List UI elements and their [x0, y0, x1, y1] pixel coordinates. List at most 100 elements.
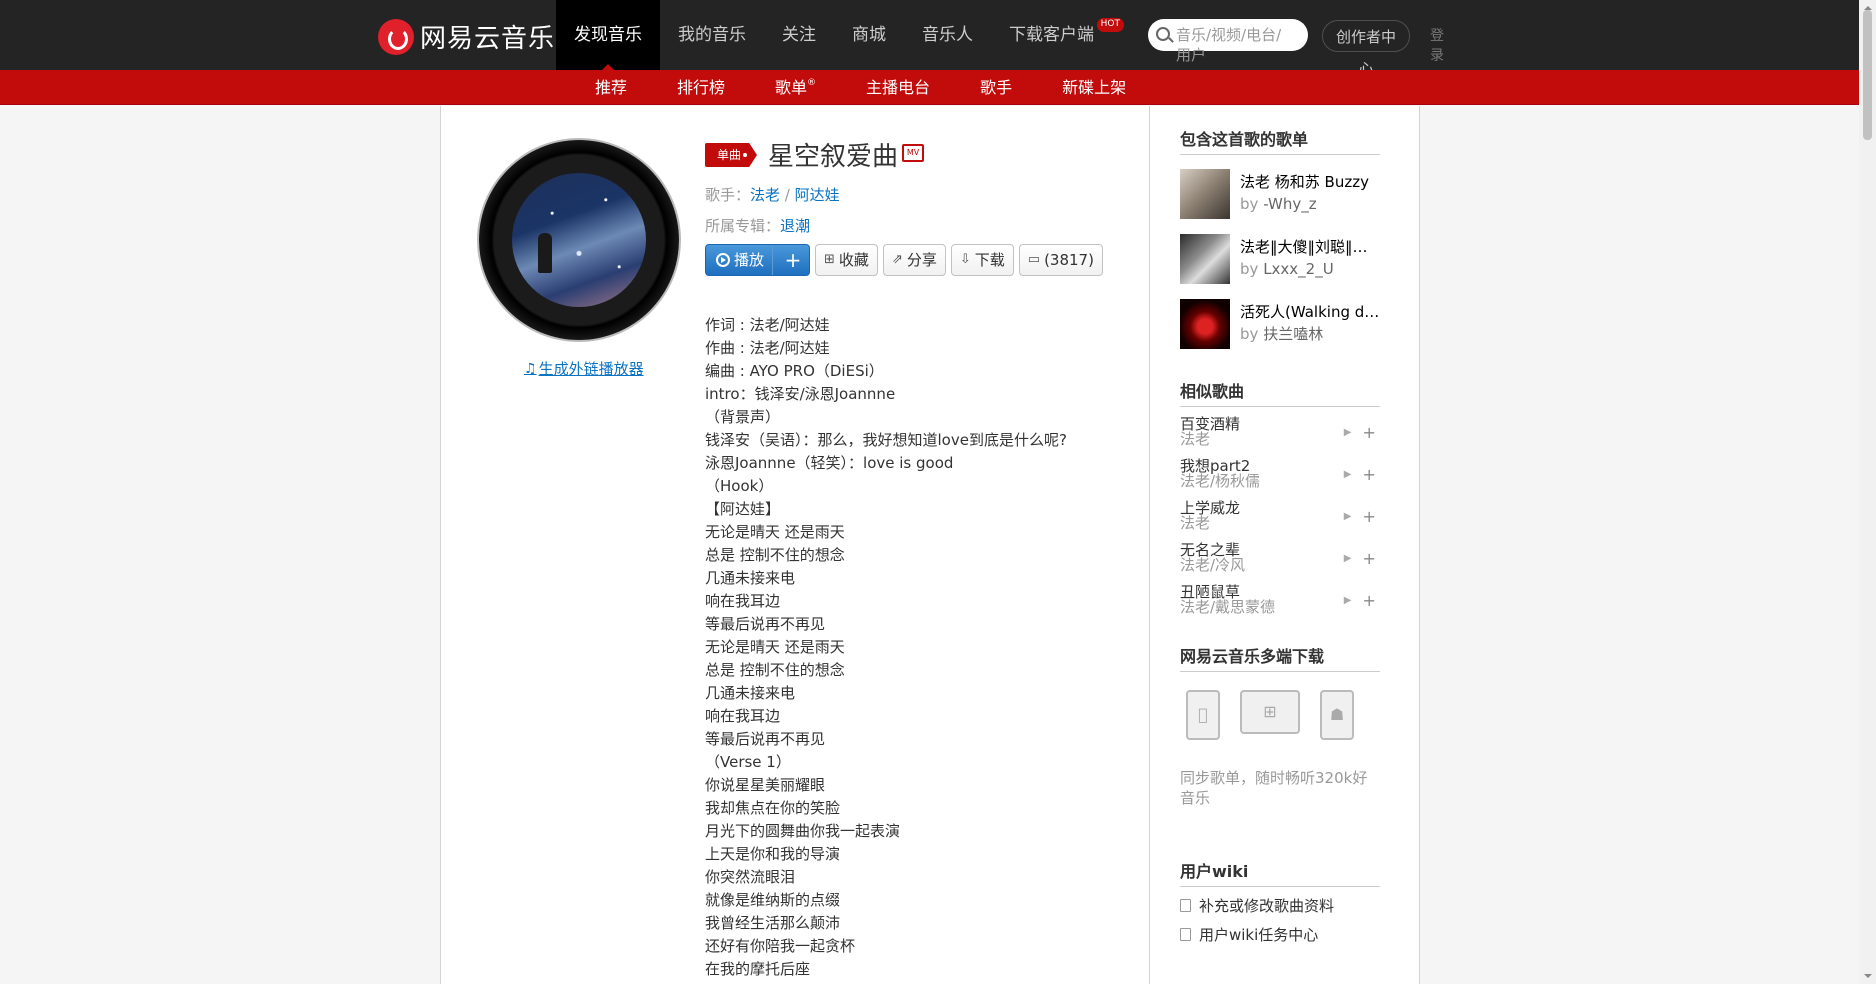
playlist-creator[interactable]: 扶兰嗑林: [1263, 325, 1323, 343]
download-button[interactable]: ⇩ 下载: [950, 244, 1014, 276]
singer-link-1[interactable]: 法老: [750, 186, 780, 204]
subnav-playlists-label: 歌单: [775, 78, 808, 97]
subnav-playlists[interactable]: 歌单®: [750, 70, 841, 105]
lyric-line: 响在我耳边: [705, 592, 781, 610]
share-icon: ⇗: [891, 252, 903, 267]
login-link[interactable]: 登录: [1430, 26, 1446, 66]
comment-count: (3817): [1044, 251, 1094, 269]
play-icon[interactable]: ▶: [1337, 595, 1359, 606]
playlist-cover[interactable]: [1180, 299, 1230, 349]
subnav-charts[interactable]: 排行榜: [652, 70, 750, 105]
playlist-name[interactable]: 法老‖大傻‖刘聪‖…: [1240, 236, 1380, 258]
nav-discover[interactable]: 发现音乐: [556, 0, 660, 70]
scrollbar[interactable]: [1859, 0, 1876, 984]
android-icon[interactable]: ☗: [1320, 690, 1354, 740]
lyric-line: 作词 : 法老/阿达娃: [705, 316, 830, 334]
search-input[interactable]: 音乐/视频/电台/用户: [1176, 25, 1296, 65]
wiki-heading: 用户wiki: [1180, 858, 1380, 887]
nav-musician[interactable]: 音乐人: [904, 0, 991, 70]
playlist-item[interactable]: 法老 杨和苏 Buzzy by -Why_z: [1180, 169, 1380, 220]
lyric-line: intro：钱泽安/泳恩Joannne: [705, 385, 896, 403]
add-icon[interactable]: +: [1358, 591, 1380, 610]
lyric-line: 作曲 : 法老/阿达娃: [705, 339, 830, 357]
play-icon[interactable]: ▶: [1337, 427, 1359, 438]
lyric-line: 你说星星美丽耀眼: [705, 776, 826, 794]
playlist-name[interactable]: 法老 杨和苏 Buzzy: [1240, 171, 1380, 193]
play-icon[interactable]: ▶: [1337, 553, 1359, 564]
similar-song-artist[interactable]: 法老/杨秋儒: [1180, 474, 1337, 489]
play-button-group: 播放 +: [705, 244, 811, 276]
lyric-line: 无论是晴天 还是雨天: [705, 523, 845, 541]
lyric-line: 几通未接来电: [705, 569, 796, 587]
album-cover: [512, 173, 646, 307]
lyric-line: 几通未接来电: [705, 684, 796, 702]
singer-separator: /: [780, 186, 795, 204]
search-box[interactable]: 音乐/视频/电台/用户: [1148, 19, 1308, 64]
add-icon[interactable]: +: [1358, 465, 1380, 484]
similar-song-artist[interactable]: 法老: [1180, 516, 1337, 531]
nav-download-client[interactable]: 下载客户端 HOT: [991, 0, 1128, 70]
comment-button[interactable]: ▭ (3817): [1018, 244, 1103, 276]
playlist-creator[interactable]: -Why_z: [1263, 195, 1316, 213]
nav-follow[interactable]: 关注: [764, 0, 834, 70]
nav-store[interactable]: 商城: [834, 0, 904, 70]
similar-songs-heading: 相似歌曲: [1180, 378, 1380, 407]
album-row: 所属专辑：退潮: [705, 215, 810, 236]
apple-icon[interactable]: : [1186, 690, 1220, 740]
subnav-radio[interactable]: 主播电台: [841, 70, 955, 105]
similar-song-artist[interactable]: 法老/戴思蒙德: [1180, 600, 1337, 615]
add-icon[interactable]: +: [1358, 423, 1380, 442]
creator-center-button[interactable]: 创作者中心: [1322, 20, 1410, 78]
wiki-edit-label: 补充或修改歌曲资料: [1199, 897, 1335, 915]
scroll-up-arrow-icon[interactable]: [1864, 2, 1872, 10]
wiki-tasks-link[interactable]: 用户wiki任务中心: [1180, 924, 1380, 945]
similar-song-artist[interactable]: 法老: [1180, 432, 1337, 447]
singer-label: 歌手：: [705, 186, 751, 204]
similar-song-item: 无名之辈 法老/冷风 ▶ +: [1180, 541, 1380, 575]
windows-icon[interactable]: ⊞: [1240, 690, 1300, 734]
playlist-item[interactable]: 法老‖大傻‖刘聪‖… by Lxxx_2_U: [1180, 234, 1380, 285]
document-icon: [1180, 928, 1191, 941]
playlist-cover[interactable]: [1180, 169, 1230, 219]
hot-badge: HOT: [1096, 18, 1124, 32]
subnav-artists[interactable]: 歌手: [955, 70, 1037, 105]
collect-button[interactable]: ⊞ 收藏: [815, 244, 878, 276]
add-icon[interactable]: +: [1358, 549, 1380, 568]
playlist-name[interactable]: 活死人(Walking d…: [1240, 301, 1380, 323]
playlist-by-label: by: [1240, 325, 1259, 343]
download-heading: 网易云音乐多端下载: [1180, 643, 1380, 672]
lyric-line: （Hook）: [705, 477, 774, 495]
lyric-line: 总是 控制不住的想念: [705, 661, 845, 679]
subnav-new-albums[interactable]: 新碟上架: [1037, 70, 1151, 105]
logo[interactable]: 网易云音乐: [378, 18, 555, 55]
similar-songs-list: 百变酒精 法老 ▶ + 我想part2 法老/杨秋儒 ▶ + 上学威龙 法老 ▶ + 无名之辈 法老/冷风…: [1180, 415, 1380, 617]
playlist-cover[interactable]: [1180, 234, 1230, 284]
wiki-edit-link[interactable]: 补充或修改歌曲资料: [1180, 895, 1380, 916]
main-nav: 发现音乐 我的音乐 关注 商城 音乐人 下载客户端 HOT: [556, 0, 1128, 70]
add-icon[interactable]: +: [1358, 507, 1380, 526]
mv-icon[interactable]: MV: [902, 144, 924, 162]
add-to-playlist-button[interactable]: +: [777, 245, 809, 275]
album-link[interactable]: 退潮: [780, 217, 810, 235]
external-player-link[interactable]: ♫ 生成外链播放器: [524, 358, 644, 379]
nav-my-music[interactable]: 我的音乐: [660, 0, 764, 70]
lyric-line: 【阿达娃】: [705, 500, 781, 518]
subnav-recommend[interactable]: 推荐: [570, 70, 652, 105]
play-icon[interactable]: ▶: [1337, 469, 1359, 480]
playlist-creator[interactable]: Lxxx_2_U: [1263, 260, 1334, 278]
lyric-line: 等最后说再不再见: [705, 615, 826, 633]
scrollbar-thumb[interactable]: [1863, 10, 1872, 140]
lyric-line: 还好有你陪我一起贪杯: [705, 937, 856, 955]
search-icon: [1156, 27, 1170, 41]
play-icon[interactable]: ▶: [1337, 511, 1359, 522]
singer-link-2[interactable]: 阿达娃: [795, 186, 840, 204]
scroll-down-arrow-icon[interactable]: [1864, 974, 1872, 982]
similar-song-artist[interactable]: 法老/冷风: [1180, 558, 1337, 573]
play-button[interactable]: 播放: [706, 245, 774, 275]
share-label: 分享: [906, 251, 937, 269]
playlist-item[interactable]: 活死人(Walking d… by 扶兰嗑林: [1180, 299, 1380, 350]
share-button[interactable]: ⇗ 分享: [882, 244, 946, 276]
cover-figure: [538, 233, 552, 273]
nav-download-label: 下载客户端: [1009, 25, 1094, 45]
playlist-by-label: by: [1240, 260, 1259, 278]
